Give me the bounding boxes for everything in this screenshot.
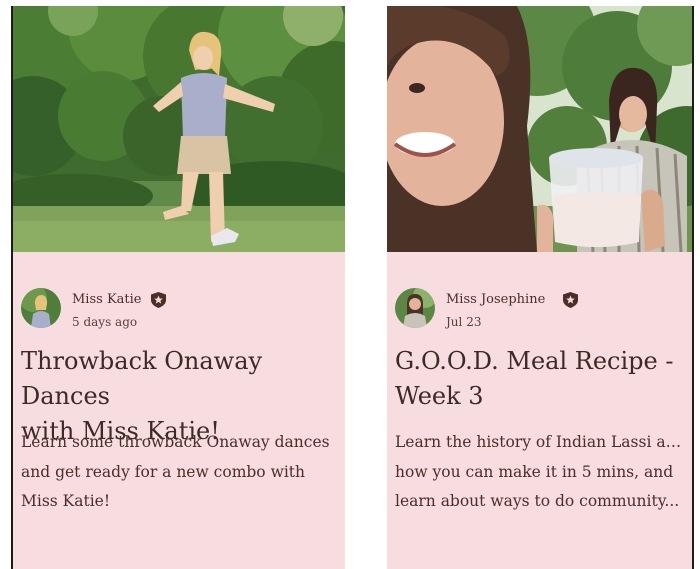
- star-badge-icon: [563, 292, 578, 308]
- description-line: Learn some throwback Onaway dances: [21, 433, 330, 451]
- video-description: Learn the history of Indian Lassi and ho…: [395, 428, 685, 517]
- video-description: Learn some throwback Onaway dances and g…: [21, 428, 331, 517]
- video-thumbnail-dance[interactable]: [13, 6, 345, 252]
- title-line: Throwback Onaway Dances: [21, 347, 263, 410]
- description-line: and get ready for a new combo with: [21, 462, 306, 481]
- title-line: Week 3: [395, 382, 484, 410]
- post-date: 5 days ago: [72, 315, 138, 329]
- video-card-dance[interactable]: Miss Katie 5 days ago Throwback Onaway D…: [11, 6, 345, 569]
- author-name[interactable]: Miss Katie: [72, 292, 141, 307]
- video-title[interactable]: G.O.O.D. Meal Recipe - Week 3: [395, 344, 685, 414]
- description-line: Learn the history of Indian Lassi and: [395, 433, 685, 451]
- video-feed: Miss Katie 5 days ago Throwback Onaway D…: [0, 0, 700, 569]
- card-body: Miss Josephine Jul 23 G.O.O.D. Meal Reci…: [387, 252, 692, 569]
- description-line: learn about ways to do community...: [395, 492, 680, 510]
- video-thumbnail-recipe[interactable]: [387, 6, 692, 252]
- description-line: Miss Katie!: [21, 492, 111, 510]
- card-body: Miss Katie 5 days ago Throwback Onaway D…: [13, 252, 345, 569]
- author-avatar[interactable]: [395, 288, 435, 328]
- video-card-recipe[interactable]: Miss Josephine Jul 23 G.O.O.D. Meal Reci…: [387, 6, 694, 569]
- star-badge-icon: [151, 292, 166, 308]
- title-line: G.O.O.D. Meal Recipe -: [395, 347, 674, 375]
- description-line: how you can make it in 5 mins, and: [395, 462, 674, 481]
- author-name[interactable]: Miss Josephine: [446, 292, 545, 307]
- post-date: Jul 23: [446, 315, 482, 329]
- author-avatar[interactable]: [21, 288, 61, 328]
